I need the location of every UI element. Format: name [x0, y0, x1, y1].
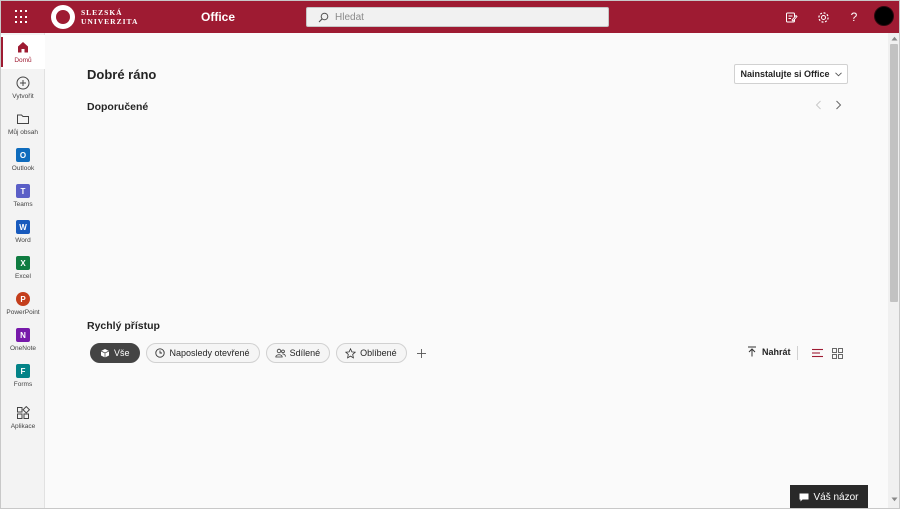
add-filter-icon[interactable]: [415, 346, 429, 360]
toolbar-divider: [797, 346, 798, 360]
people-icon: [274, 348, 286, 359]
word-icon: W: [15, 219, 31, 235]
feedback-label: Váš názor: [813, 492, 859, 503]
apps-icon: [15, 405, 31, 421]
search-icon: [317, 11, 329, 23]
page-title: Dobré ráno: [87, 67, 157, 82]
search-input[interactable]: [335, 11, 595, 23]
filter-label: Vše: [114, 348, 130, 358]
grid-view-icon[interactable]: [831, 347, 843, 359]
rail-item-word[interactable]: W Word: [1, 215, 45, 249]
whats-new-icon[interactable]: [784, 10, 798, 24]
university-name: SLEZSKÁ UNIVERZITA: [81, 8, 138, 26]
folder-icon: [15, 111, 31, 127]
teams-icon: T: [15, 183, 31, 199]
avatar[interactable]: [874, 6, 894, 26]
filter-shared[interactable]: Sdílené: [265, 343, 331, 363]
upload-icon: [746, 346, 757, 357]
chat-icon: [799, 493, 809, 502]
help-icon[interactable]: ?: [847, 10, 861, 24]
filter-favorites[interactable]: Oblíbené: [336, 343, 407, 363]
rail-item-forms[interactable]: F Forms: [1, 359, 45, 393]
rail-label: Teams: [13, 201, 33, 208]
rail-label: Word: [15, 237, 31, 244]
rail-item-teams[interactable]: T Teams: [1, 179, 45, 213]
scroll-down-icon[interactable]: [890, 497, 898, 505]
list-view-icon[interactable]: [811, 347, 823, 359]
scroll-up-icon[interactable]: [890, 36, 898, 44]
filter-recent[interactable]: Naposledy otevřené: [145, 343, 260, 363]
rail-label: Outlook: [11, 165, 35, 172]
create-icon: [15, 75, 31, 91]
scrollbar-thumb[interactable]: [890, 44, 898, 302]
home-icon: [15, 39, 31, 55]
recommended-title: Doporučené: [87, 101, 149, 113]
filter-label: Sdílené: [289, 348, 321, 358]
rail-item-powerpoint[interactable]: P PowerPoint: [1, 287, 45, 321]
feedback-button[interactable]: Váš názor: [790, 485, 868, 508]
onenote-icon: N: [15, 327, 31, 343]
search-box[interactable]: [306, 7, 609, 27]
upload-button[interactable]: Nahrát: [746, 346, 791, 357]
rail-item-excel[interactable]: X Excel: [1, 251, 45, 285]
rail-label: PowerPoint: [6, 309, 40, 316]
forms-icon: F: [15, 363, 31, 379]
filter-label: Naposledy otevřené: [169, 348, 250, 358]
app-rail: Domů Vytvořit Můj obsah O Outlook T Team…: [1, 33, 45, 508]
rail-item-home[interactable]: Domů: [1, 35, 45, 69]
office-home-window: SLEZSKÁ UNIVERZITA Office ? Domů: [0, 0, 900, 509]
star-icon: [345, 347, 357, 359]
app-name[interactable]: Office: [201, 10, 235, 24]
filter-all[interactable]: Vše: [90, 343, 140, 363]
brand-line-2: UNIVERZITA: [81, 17, 139, 26]
university-logo[interactable]: SLEZSKÁ UNIVERZITA: [51, 5, 138, 29]
rail-label: Excel: [15, 273, 31, 280]
university-seal-icon: [51, 5, 75, 29]
top-bar: SLEZSKÁ UNIVERZITA Office ?: [1, 1, 899, 33]
rail-item-my-content[interactable]: Můj obsah: [1, 107, 45, 141]
main-content: Dobré ráno Nainstalujte si Office Doporu…: [46, 33, 889, 508]
chevron-right-icon[interactable]: [832, 99, 844, 111]
rail-label: Vytvořit: [12, 93, 34, 100]
rail-label: Aplikace: [10, 423, 36, 430]
outlook-icon: O: [15, 147, 31, 163]
rail-item-apps[interactable]: Aplikace: [1, 401, 45, 435]
install-office-button[interactable]: Nainstalujte si Office: [734, 64, 848, 84]
clock-icon: [155, 348, 166, 359]
rail-label: Forms: [13, 381, 33, 388]
cube-icon: [99, 348, 110, 359]
install-office-label: Nainstalujte si Office: [740, 69, 830, 79]
quick-access-title: Rychlý přístup: [87, 320, 160, 332]
brand-line-1: SLEZSKÁ: [81, 8, 123, 17]
upload-label: Nahrát: [762, 346, 791, 357]
rail-item-create[interactable]: Vytvořit: [1, 71, 45, 105]
waffle-icon[interactable]: [15, 10, 29, 24]
rail-label: Můj obsah: [8, 129, 38, 136]
rail-label: Domů: [14, 57, 32, 64]
rail-item-onenote[interactable]: N OneNote: [1, 323, 45, 357]
settings-icon[interactable]: [816, 10, 830, 24]
vertical-scrollbar[interactable]: [888, 33, 899, 508]
chevron-left-icon[interactable]: [812, 99, 824, 111]
excel-icon: X: [15, 255, 31, 271]
powerpoint-icon: P: [15, 291, 31, 307]
chevron-down-icon: [834, 70, 842, 79]
filter-pills: Vše Naposledy otevřené Sdílené Oblíbené: [90, 343, 429, 363]
rail-label: OneNote: [9, 345, 37, 352]
rail-item-outlook[interactable]: O Outlook: [1, 143, 45, 177]
filter-label: Oblíbené: [360, 348, 397, 358]
